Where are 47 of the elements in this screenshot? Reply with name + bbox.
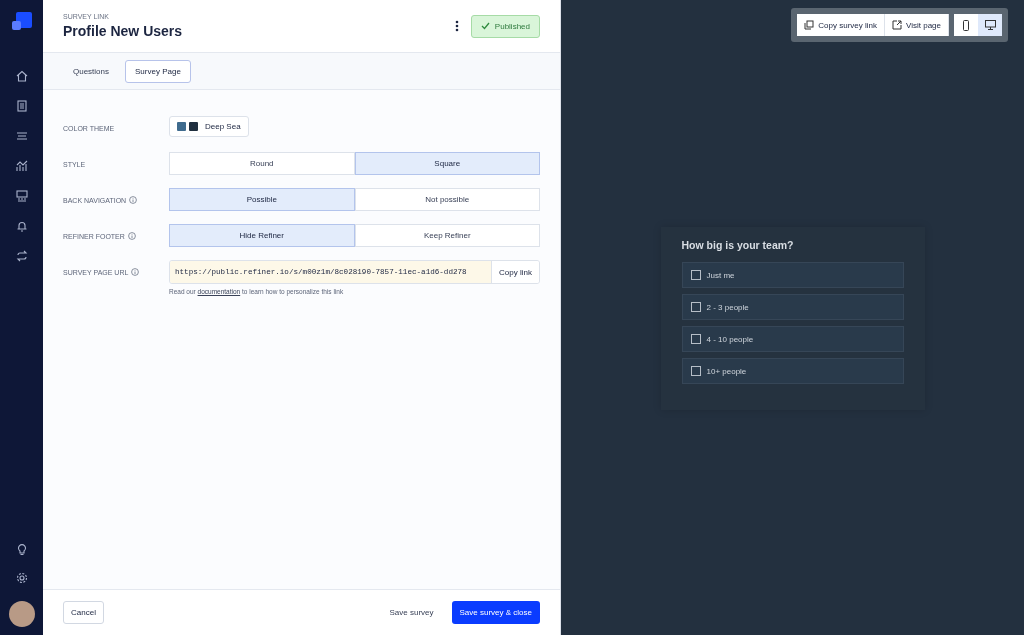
answer-option[interactable]: 10+ people: [681, 358, 904, 384]
answer-option[interactable]: 4 - 10 people: [681, 326, 904, 352]
desktop-view-button[interactable]: [978, 14, 1002, 36]
monitor-icon: [984, 20, 996, 30]
cancel-button[interactable]: Cancel: [63, 601, 104, 624]
answer-option[interactable]: 2 - 3 people: [681, 294, 904, 320]
save-and-close-button[interactable]: Save survey & close: [451, 601, 540, 624]
published-button[interactable]: Published: [470, 14, 540, 38]
menu-icon[interactable]: [15, 130, 28, 142]
info-icon: [131, 268, 140, 276]
phone-icon: [962, 19, 970, 31]
checkbox[interactable]: [690, 334, 701, 344]
segment-option[interactable]: Not possible: [354, 188, 540, 211]
visit-page-button[interactable]: Visit page: [885, 14, 949, 36]
tab[interactable]: Questions: [63, 59, 120, 83]
external-link-icon: [892, 20, 902, 30]
avatar[interactable]: [8, 601, 35, 627]
settings-icon[interactable]: [15, 572, 28, 584]
logo-icon: [11, 12, 32, 32]
survey-question: How big is your team?: [681, 239, 795, 251]
copy-survey-link-button[interactable]: Copy survey link: [797, 14, 885, 36]
repeat-icon[interactable]: [15, 250, 28, 262]
chart-icon[interactable]: [15, 160, 28, 172]
page-title: Profile New Users: [63, 23, 183, 39]
segment-option[interactable]: Possible: [169, 188, 355, 211]
copy-icon: [804, 20, 815, 30]
segment-option[interactable]: Round: [169, 152, 355, 175]
answer-option[interactable]: Just me: [681, 262, 904, 288]
mobile-view-button[interactable]: [954, 14, 978, 36]
segment-option[interactable]: Square: [354, 152, 540, 175]
home-icon[interactable]: [15, 70, 28, 82]
bell-icon[interactable]: [15, 220, 28, 232]
lightbulb-icon[interactable]: [15, 543, 28, 555]
tab[interactable]: Survey Page: [125, 59, 191, 83]
checkbox[interactable]: [690, 366, 701, 376]
theme-dropdown[interactable]: Deep Sea: [169, 116, 249, 137]
checkbox[interactable]: [690, 270, 701, 280]
info-icon: [129, 196, 138, 204]
list-icon[interactable]: [15, 100, 28, 112]
save-survey-button[interactable]: Save survey: [383, 607, 440, 618]
info-icon: [127, 232, 136, 240]
layout-icon[interactable]: [15, 190, 28, 202]
check-icon: [480, 22, 490, 30]
segment-option[interactable]: Keep Refiner: [354, 224, 540, 247]
checkbox[interactable]: [690, 302, 701, 312]
more-options-icon[interactable]: [454, 20, 459, 32]
segment-option[interactable]: Hide Refiner: [169, 224, 355, 247]
